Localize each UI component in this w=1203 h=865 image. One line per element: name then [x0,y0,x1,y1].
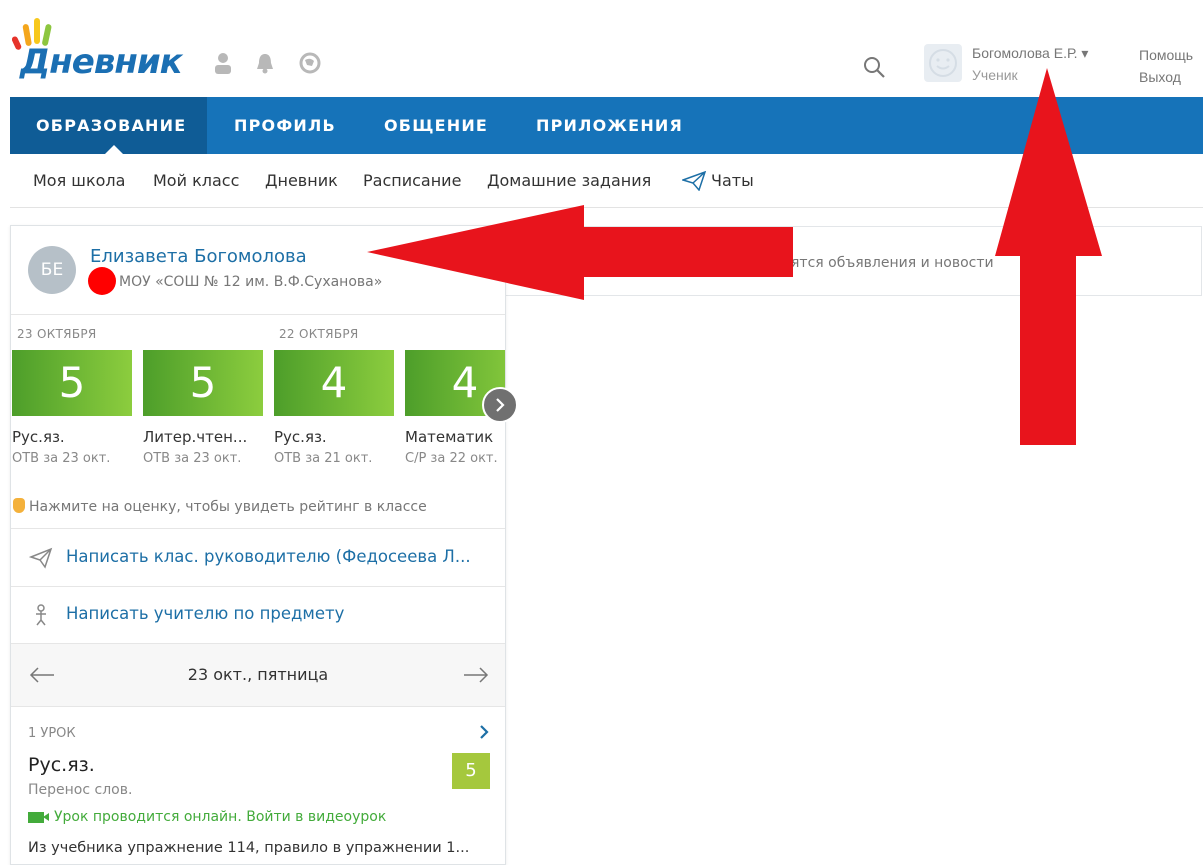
grade-date-label: 22 ОКТЯБРЯ [279,327,359,341]
sub-nav: Моя школа Мой класс Дневник Расписание Д… [10,154,1203,208]
online-lesson-text: Урок проводится онлайн. Войти в видеоуро… [54,809,387,825]
search-icon[interactable] [862,55,886,79]
nav-tab-label: ОБРАЗОВАНИЕ [36,116,187,135]
grade-card[interactable]: 5 Литер.чтен... ОТВ за 23 окт. [143,350,263,476]
current-day-label: 23 окт., пятница [187,665,329,684]
grade-value: 4 [274,350,394,416]
lesson-homework: Из учебника упражнение 114, правило в уп… [28,840,470,856]
video-camera-icon [28,811,49,823]
main-nav: ОБРАЗОВАНИЕ ПРОФИЛЬ ОБЩЕНИЕ ПРИЛОЖЕНИЯ [10,97,1203,154]
news-panel: ятся объявления и новости [506,226,1202,296]
divider [11,706,505,707]
subnav-homework[interactable]: Домашние задания [487,171,651,190]
grade-type: С/Р за 22 окт. [405,451,498,466]
nav-tab-education[interactable]: ОБРАЗОВАНИЕ [10,97,207,154]
chevron-right-icon [496,398,505,412]
chevron-right-icon[interactable] [477,723,491,741]
divider [11,314,505,315]
teacher-icon [36,604,46,626]
grade-subject: Математик [405,428,494,446]
nav-tab-label: ПРОФИЛЬ [234,116,336,135]
day-navigator: 23 окт., пятница [11,644,505,706]
active-caret [105,145,123,154]
divider [11,528,505,529]
nav-tab-communication[interactable]: ОБЩЕНИЕ [384,97,488,154]
profile-avatar[interactable]: БЕ [28,246,76,294]
write-subject-teacher-link[interactable]: Написать учителю по предмету [66,604,344,623]
logout-link[interactable]: Выход [1139,69,1181,85]
write-class-teacher-action[interactable]: Написать клас. руководителю (Федосеева Л… [11,530,505,586]
lesson-subject[interactable]: Рус.яз. [28,754,95,776]
nav-tab-label: ПРИЛОЖЕНИЯ [536,116,684,135]
subnav-diary[interactable]: Дневник [265,171,338,190]
red-dot-marker [88,267,116,295]
grade-subject: Рус.яз. [274,428,327,446]
pointing-hand-icon [13,498,25,513]
student-card: БЕ Елизавета Богомолова МОУ «СОШ № 12 им… [10,225,518,865]
nav-tab-profile[interactable]: ПРОФИЛЬ [234,97,336,154]
nav-tab-apps[interactable]: ПРИЛОЖЕНИЯ [536,97,683,154]
user-avatar[interactable] [924,44,962,82]
grades-hint-text: Нажмите на оценку, чтобы увидеть рейтинг… [29,499,427,515]
grade-type: ОТВ за 23 окт. [12,451,111,466]
dnevnik-logo[interactable]: Дневник [12,14,192,84]
lesson-grade-badge[interactable]: 5 [452,753,490,789]
write-subject-teacher-action[interactable]: Написать учителю по предмету [11,587,505,643]
profile-school: МОУ «СОШ № 12 им. В.Ф.Суханова» [119,274,383,290]
subnav-chats[interactable]: Чаты [711,171,754,190]
bell-icon[interactable] [254,52,276,74]
grade-subject: Литер.чтен... [143,428,248,446]
smiley-icon [929,49,957,77]
grades-carousel: 5 Рус.яз. ОТВ за 23 окт. 5 Литер.чтен...… [11,350,505,478]
grade-subject: Рус.яз. [12,428,65,446]
header: Дневник Богомолова Е.Р. ▾ Ученик Помощь … [0,0,1203,97]
grades-hint: Нажмите на оценку, чтобы увидеть рейтинг… [13,498,427,515]
online-lesson-link[interactable]: Урок проводится онлайн. Войти в видеоуро… [28,809,386,825]
arrow-right-icon[interactable] [463,665,489,685]
grade-value: 5 [12,350,132,416]
person-icon[interactable] [212,52,234,74]
user-menu[interactable]: Богомолова Е.Р. ▾ [972,45,1088,62]
nav-tab-label: ОБЩЕНИЕ [384,116,489,135]
subnav-my-class[interactable]: Мой класс [153,171,239,190]
lesson-number: 1 УРОК [28,726,76,741]
grade-type: ОТВ за 23 окт. [143,451,242,466]
grade-card[interactable]: 4 Рус.яз. ОТВ за 21 окт. [274,350,394,476]
grade-date-label: 23 ОКТЯБРЯ [17,327,97,341]
grade-value: 5 [143,350,263,416]
grade-type: ОТВ за 21 окт. [274,451,373,466]
grade-card[interactable]: 5 Рус.яз. ОТВ за 23 окт. [12,350,132,476]
news-placeholder: ятся объявления и новости [791,255,994,271]
paper-plane-icon [682,171,706,191]
subnav-schedule[interactable]: Расписание [363,171,461,190]
profile-name-link[interactable]: Елизавета Богомолова [90,246,307,267]
lesson-topic: Перенос слов. [28,782,133,798]
subnav-my-school[interactable]: Моя школа [33,171,125,190]
write-class-teacher-link[interactable]: Написать клас. руководителю (Федосеева Л… [66,547,471,566]
carousel-next-button[interactable] [482,387,518,423]
user-role: Ученик [972,67,1018,83]
paper-plane-icon [29,547,53,569]
globe-icon[interactable] [299,52,321,74]
help-link[interactable]: Помощь [1139,47,1193,63]
logo-text: Дневник [20,42,183,82]
